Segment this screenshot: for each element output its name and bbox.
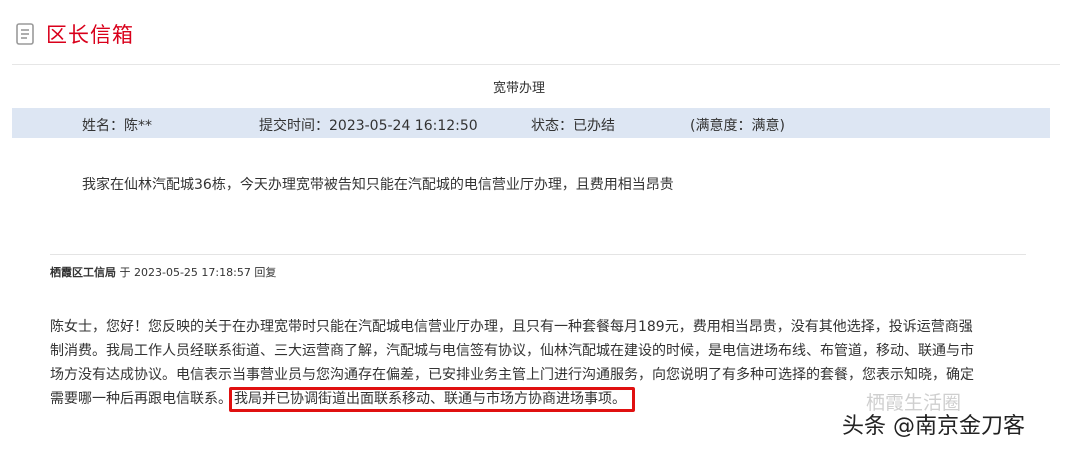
reply-line: 陈女士，您好！您反映的关于在办理宽带时只能在汽配城电信营业厅办理，且只有一种套餐… — [50, 319, 973, 335]
sender-name: 姓名：陈** — [82, 118, 152, 134]
status-text: 状态：已办结 — [531, 118, 615, 134]
reply-line: 制消费。我局工作人员经联系街道、三大运营商了解，汽配城与电信签有协议，仙林汽配城… — [50, 343, 974, 359]
satisfaction-text: (满意度：满意) — [690, 118, 785, 134]
watermark: 头条 @南京金刀客 — [842, 414, 1025, 439]
reply-divider — [50, 254, 1026, 255]
letter-subject: 宽带办理 — [492, 81, 545, 96]
letter-info-bar: 姓名：陈** 提交时间：2023-05-24 16:12:50 状态：已办结 (… — [12, 108, 1050, 138]
reply-time: 于 2023-05-25 17:18:57 回复 — [116, 266, 277, 279]
reply-department: 栖霞区工信局 — [50, 266, 116, 279]
reply-meta: 栖霞区工信局 于 2023-05-25 17:18:57 回复 — [50, 264, 276, 280]
page-header: 区长信箱 — [12, 18, 134, 50]
highlighted-reply-text: 我局并已协调街道出面联系移动、联通与市场方协商进场事项。 — [229, 387, 635, 412]
page-title: 区长信箱 — [46, 23, 134, 47]
reply-line-text: 需要哪一种后再跟电信联系。 — [50, 391, 232, 407]
letter-content: 我家在仙林汽配城36栋，今天办理宽带被告知只能在汽配城的电信营业厅办理，且费用相… — [82, 177, 674, 193]
document-icon — [12, 21, 38, 47]
header-divider — [12, 64, 1060, 65]
submit-time: 提交时间：2023-05-24 16:12:50 — [259, 118, 478, 134]
reply-line: 场方没有达成协议。电信表示当事营业员与您沟通存在偏差，已安排业务主管上门进行沟通… — [50, 367, 974, 383]
